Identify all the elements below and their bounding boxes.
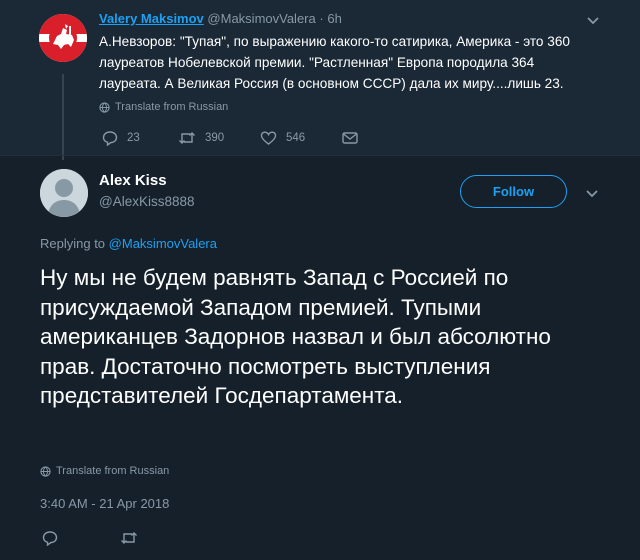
envelope-icon [342, 132, 358, 144]
parent-reply-action[interactable]: 23 [102, 130, 178, 146]
parent-translate-label: Translate from Russian [115, 101, 229, 113]
follow-button[interactable]: Follow [460, 175, 567, 208]
parent-menu-chevron-icon[interactable] [585, 12, 601, 28]
parent-time[interactable]: 6h [327, 11, 341, 26]
reply-icon [102, 131, 118, 146]
parent-author-name[interactable]: Valery Maksimov [99, 11, 204, 26]
parent-translate-link[interactable]: Translate from Russian [99, 101, 228, 113]
parent-like-count: 546 [286, 132, 306, 144]
main-timestamp[interactable]: 3:40 AM - 21 Apr 2018 [40, 496, 169, 511]
parent-like-action[interactable]: 546 [260, 130, 342, 146]
main-translate-label: Translate from Russian [56, 465, 170, 477]
parent-avatar[interactable] [39, 14, 87, 62]
main-translate-link[interactable]: Translate from Russian [40, 465, 169, 477]
parent-handle[interactable]: @MaksimovValera [207, 11, 315, 26]
parent-retweet-count: 390 [205, 132, 225, 144]
parent-action-bar: 23 390 546 [102, 130, 358, 146]
main-avatar[interactable] [40, 169, 88, 217]
thread-connector-line [62, 74, 64, 160]
retweet-icon [179, 132, 195, 144]
reply-icon [42, 531, 58, 546]
globe-icon [40, 465, 51, 477]
parent-retweet-action[interactable]: 390 [178, 130, 260, 146]
main-retweet-action[interactable] [120, 530, 138, 546]
heart-icon [260, 131, 277, 145]
replying-mention-link[interactable]: @MaksimovValera [109, 236, 217, 251]
tweet-divider [0, 155, 640, 156]
main-author-name[interactable]: Alex Kiss [99, 172, 167, 189]
main-menu-chevron-icon[interactable] [584, 185, 600, 201]
replying-to-line: Replying to @MaksimovValera [40, 236, 217, 251]
parent-separator: · [319, 11, 324, 26]
retweet-icon [121, 532, 137, 544]
replying-prefix: Replying to [40, 236, 106, 251]
default-user-icon [40, 169, 88, 217]
parent-reply-count: 23 [127, 132, 140, 144]
main-handle[interactable]: @AlexKiss8888 [99, 194, 195, 209]
globe-icon [99, 101, 110, 113]
horseman-flag-icon [39, 14, 87, 62]
main-reply-action[interactable] [42, 530, 120, 546]
parent-tweet-text: А.Невзоров: "Тупая", по выражению какого… [99, 34, 570, 91]
main-action-bar [42, 530, 138, 546]
parent-message-action[interactable] [342, 131, 358, 145]
main-tweet-text: Ну мы не будем равнять Запад с Россией п… [40, 265, 551, 408]
parent-header: Valery Maksimov @MaksimovValera · 6h [99, 11, 342, 26]
